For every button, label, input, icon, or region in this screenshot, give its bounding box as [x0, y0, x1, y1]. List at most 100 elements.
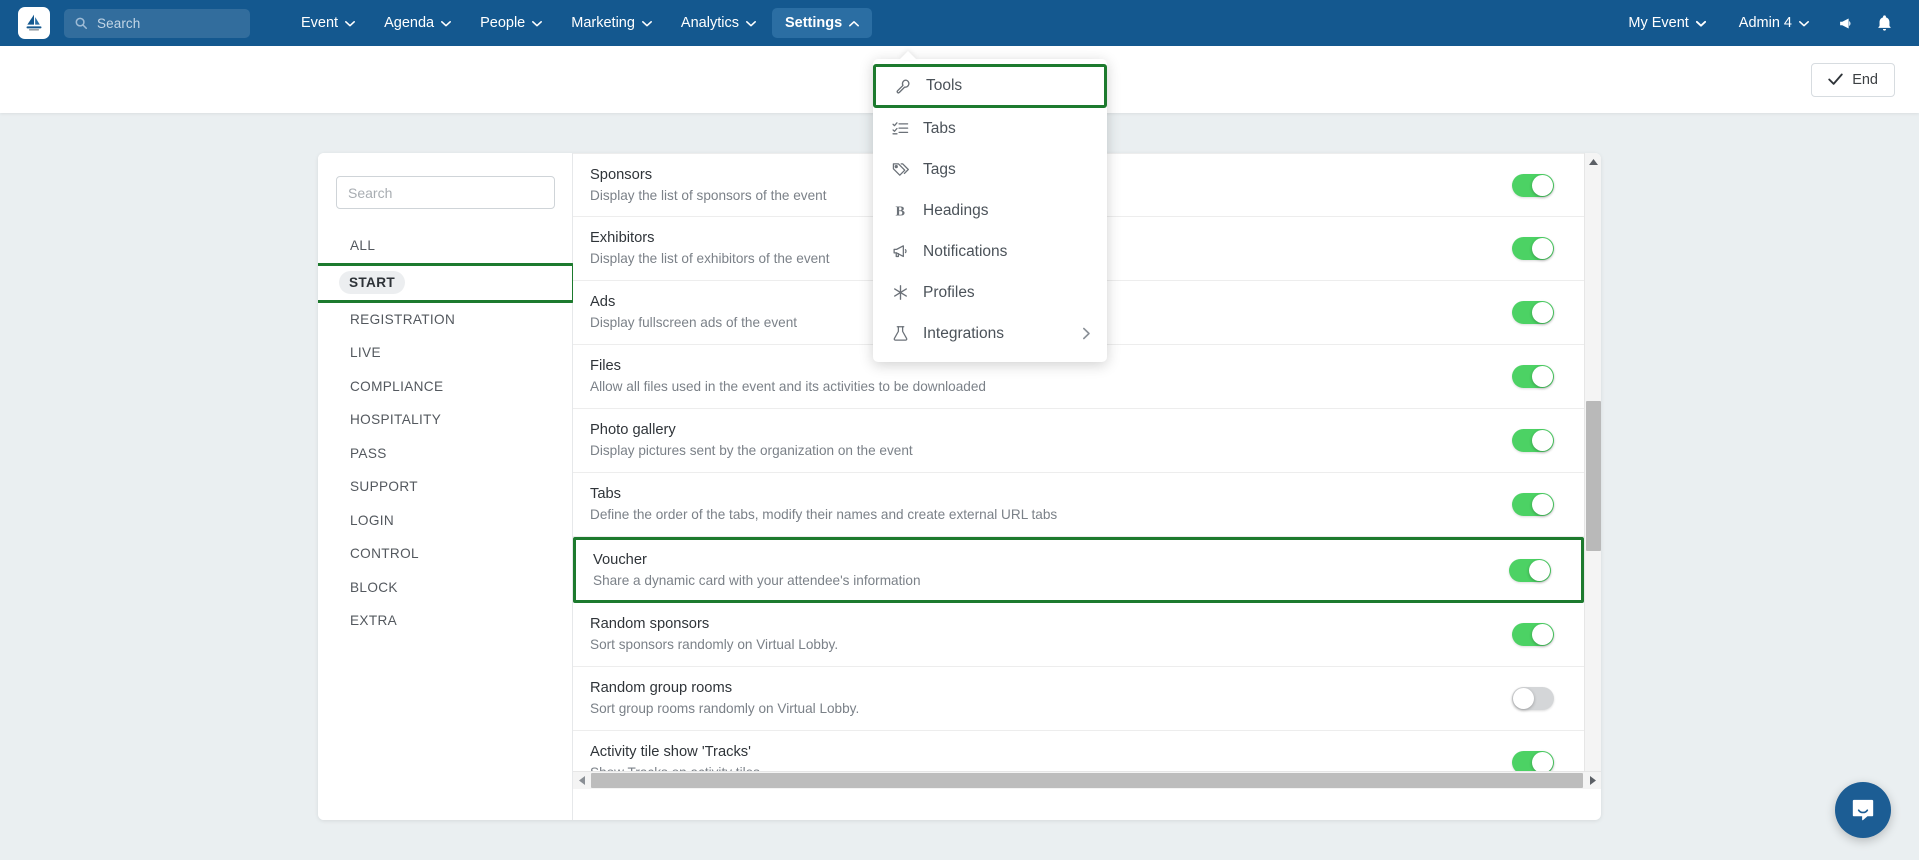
menu-item-tools[interactable]: Tools [873, 64, 1107, 108]
sidebar-item-block[interactable]: BLOCK [336, 571, 554, 605]
navbar-menus: Event Agenda People Marketing Analytics … [288, 0, 875, 46]
menu-item-tags-label: Tags [923, 160, 956, 178]
nav-menu-event[interactable]: Event [288, 8, 368, 38]
row-toggle[interactable] [1512, 623, 1554, 646]
row-toggle[interactable] [1512, 301, 1554, 324]
row-title: Ads [590, 294, 616, 310]
nav-menu-event-label: Event [301, 15, 339, 31]
notifications-button[interactable] [1867, 6, 1901, 40]
sidebar-item-extra[interactable]: EXTRA [336, 604, 554, 638]
sidebar-item-pass[interactable]: PASS [336, 437, 554, 471]
settings-category-sidebar: ALL START REGISTRATION LIVE COMPLIANCE H… [318, 153, 575, 820]
toggle-knob [1513, 688, 1534, 709]
sidebar-item-live[interactable]: LIVE [336, 336, 554, 370]
sidebar-item-all[interactable]: ALL [336, 229, 554, 263]
table-row[interactable]: Tabs Define the order of the tabs, modif… [573, 473, 1584, 537]
row-toggle[interactable] [1512, 365, 1554, 388]
toggle-knob [1529, 559, 1550, 581]
sidebar-item-pass-label: PASS [350, 445, 387, 461]
svg-text:B: B [895, 203, 905, 219]
triangle-right-icon [1589, 776, 1596, 785]
row-title: Photo gallery [590, 422, 676, 438]
nav-menu-marketing[interactable]: Marketing [558, 8, 665, 38]
sidebar-item-compliance[interactable]: COMPLIANCE [336, 370, 554, 404]
sidebar-category-list: ALL START REGISTRATION LIVE COMPLIANCE H… [318, 229, 575, 638]
row-toggle[interactable] [1512, 237, 1554, 260]
chevron-down-icon [641, 20, 652, 26]
sidebar-search-input[interactable] [336, 176, 555, 209]
end-button[interactable]: End [1811, 62, 1895, 97]
admin-account-label: Admin 4 [1738, 15, 1792, 31]
row-description: Display the list of exhibitors of the ev… [590, 251, 830, 266]
toggle-knob [1532, 302, 1553, 323]
bell-icon [1877, 14, 1891, 31]
table-row[interactable]: Random group rooms Sort group rooms rand… [573, 667, 1584, 731]
menu-item-headings-label: Headings [923, 201, 989, 219]
nav-menu-people[interactable]: People [467, 8, 555, 38]
intercom-chat-button[interactable] [1835, 782, 1891, 838]
bold-b-icon: B [889, 201, 911, 221]
row-title: Sponsors [590, 166, 653, 183]
sidebar-item-support[interactable]: SUPPORT [336, 470, 554, 504]
menu-item-tabs[interactable]: Tabs [873, 108, 1107, 149]
row-toggle[interactable] [1509, 558, 1551, 582]
nav-menu-analytics[interactable]: Analytics [668, 8, 769, 38]
toggle-knob [1532, 752, 1553, 773]
chevron-right-icon [1082, 327, 1091, 340]
announcements-button[interactable] [1829, 6, 1863, 40]
sidebar-item-start-label: START [339, 271, 406, 294]
row-title: Voucher [593, 551, 647, 568]
row-description: Define the order of the tabs, modify the… [590, 507, 1058, 522]
nav-menu-people-label: People [480, 15, 526, 31]
admin-account-menu[interactable]: Admin 4 [1726, 8, 1822, 38]
menu-item-headings[interactable]: B Headings [873, 190, 1107, 231]
row-description: Display the list of sponsors of the even… [590, 187, 827, 203]
sidebar-item-live-label: LIVE [350, 345, 381, 361]
table-row[interactable]: Photo gallery Display pictures sent by t… [573, 409, 1584, 473]
sidebar-item-all-label: ALL [350, 238, 376, 254]
app-logo[interactable] [18, 7, 50, 39]
vertical-scroll-thumb[interactable] [1586, 401, 1601, 551]
row-title: Exhibitors [590, 230, 655, 246]
sidebar-item-support-label: SUPPORT [350, 479, 418, 495]
vertical-scrollbar[interactable] [1584, 153, 1601, 789]
menu-item-profiles[interactable]: Profiles [873, 272, 1107, 313]
nav-menu-analytics-label: Analytics [680, 15, 739, 31]
global-search-box[interactable]: Search [64, 8, 250, 38]
row-toggle[interactable] [1512, 173, 1554, 197]
sidebar-item-control[interactable]: CONTROL [336, 537, 554, 571]
scroll-right-button[interactable] [1584, 772, 1601, 790]
menu-item-notifications[interactable]: Notifications [873, 231, 1107, 272]
scroll-left-button[interactable] [573, 772, 590, 790]
row-description: Sort group rooms randomly on Virtual Lob… [590, 701, 860, 716]
scroll-up-button[interactable] [1585, 153, 1601, 170]
sidebar-item-login-label: LOGIN [350, 512, 395, 528]
sidebar-item-login[interactable]: LOGIN [336, 504, 554, 538]
horizontal-scrollbar[interactable] [573, 771, 1601, 789]
asterisk-icon [889, 283, 911, 303]
navbar-right-group: My Event Admin 4 [1615, 6, 1901, 40]
flask-icon [889, 324, 911, 344]
search-icon [75, 17, 88, 30]
sidebar-item-extra-label: EXTRA [350, 613, 398, 629]
table-row[interactable]: Random sponsors Sort sponsors randomly o… [573, 603, 1584, 667]
toggle-knob [1532, 238, 1553, 259]
toggle-knob [1532, 430, 1553, 451]
toggle-knob [1532, 174, 1553, 196]
row-title: Random sponsors [590, 616, 710, 632]
my-event-menu[interactable]: My Event [1615, 8, 1718, 38]
sidebar-item-hospitality[interactable]: HOSPITALITY [336, 403, 554, 437]
horizontal-scroll-thumb[interactable] [591, 773, 1583, 788]
megaphone-icon [889, 242, 911, 262]
row-toggle[interactable] [1512, 687, 1554, 710]
row-toggle[interactable] [1512, 429, 1554, 452]
row-toggle[interactable] [1512, 493, 1554, 516]
sidebar-item-hospitality-label: HOSPITALITY [350, 412, 442, 428]
nav-menu-agenda[interactable]: Agenda [371, 8, 464, 38]
menu-item-tags[interactable]: Tags [873, 149, 1107, 190]
menu-item-integrations[interactable]: Integrations [873, 313, 1107, 354]
sidebar-item-registration[interactable]: REGISTRATION [336, 303, 554, 337]
nav-menu-settings[interactable]: Settings [771, 8, 873, 38]
table-row-voucher[interactable]: Voucher Share a dynamic card with your a… [573, 537, 1584, 603]
sidebar-item-start[interactable]: START [318, 262, 575, 303]
